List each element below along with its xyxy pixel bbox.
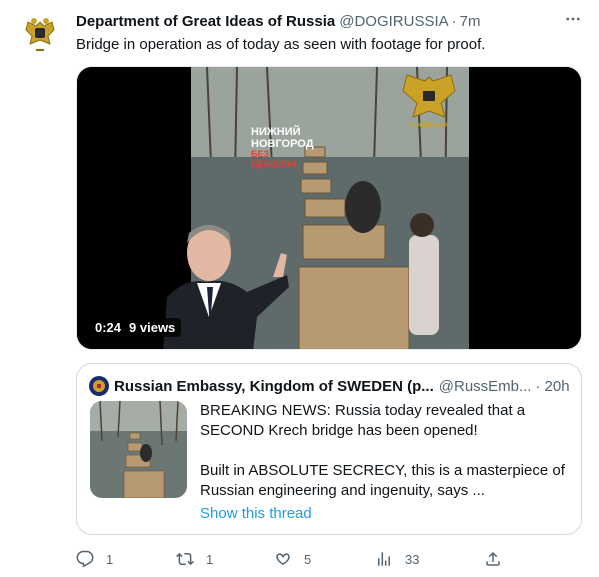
watermark-line3: БЕЗ [251, 149, 269, 159]
quoted-author-handle[interactable]: @RussEmb... [439, 378, 532, 395]
retweet-button[interactable]: 1 [176, 548, 213, 570]
video-badge: 0:24 9 views [89, 318, 182, 337]
retweet-icon [176, 552, 194, 566]
analytics-button[interactable]: 33 [375, 548, 419, 570]
retweet-count: 1 [206, 551, 214, 567]
quoted-header-separator: · [535, 377, 541, 395]
quoted-author-name[interactable]: Russian Embassy, Kingdom of SWEDEN (p... [114, 378, 434, 395]
video-duration: 0:24 [95, 320, 122, 335]
author-name[interactable]: Department of Great Ideas of Russia [76, 13, 335, 30]
analytics-icon [378, 552, 390, 566]
video-frame: НИЖНИЙ НОВГОРОД БЕЗ ЦЕНЗУРЫ DOGIRUSSIA [77, 67, 581, 349]
share-button[interactable] [484, 548, 514, 570]
heart-icon [276, 553, 290, 566]
author-handle[interactable]: @DOGIRUSSIA [339, 13, 448, 30]
show-thread-link[interactable]: Show this thread [200, 505, 312, 522]
quoted-tweet-header: Russian Embassy, Kingdom of SWEDEN (p...… [89, 376, 570, 396]
view-count: 33 [405, 551, 420, 567]
share-icon [486, 551, 500, 566]
reply-count: 1 [106, 551, 114, 567]
tweet-timestamp[interactable]: 7m [460, 13, 481, 30]
quoted-thumbnail-image [90, 401, 187, 498]
quoted-tweet-timestamp[interactable]: 20h [545, 378, 570, 395]
more-icon[interactable] [561, 10, 585, 30]
header-separator: · [451, 12, 457, 30]
embassy-emblem-icon [89, 376, 109, 396]
quoted-paragraph-1: BREAKING NEWS: Russia today revealed tha… [200, 402, 526, 439]
video-player[interactable]: НИЖНИЙ НОВГОРОД БЕЗ ЦЕНЗУРЫ DOGIRUSSIA 0… [76, 66, 582, 350]
tweet-header: Department of Great Ideas of Russia @DOG… [76, 11, 579, 31]
tweet[interactable]: Department of Great Ideas of Russia @DOG… [0, 0, 599, 577]
logo-text: DOGIRUSSIA [410, 123, 449, 129]
watermark-line1: НИЖНИЙ [251, 125, 301, 138]
quoted-paragraph-2: Built in ABSOLUTE SECRECY, this is a mas… [200, 462, 565, 499]
video-views: 9 views [129, 320, 176, 335]
reply-icon [76, 550, 94, 568]
like-count: 5 [304, 551, 312, 567]
watermark-line4: ЦЕНЗУРЫ [251, 159, 296, 169]
quoted-tweet-text: BREAKING NEWS: Russia today revealed tha… [200, 401, 570, 521]
quoted-author-avatar[interactable] [89, 376, 109, 396]
eagle-emblem-icon [16, 10, 64, 58]
tweet-text: Bridge in operation as of today as seen … [76, 36, 486, 53]
author-avatar[interactable] [16, 10, 64, 58]
quoted-media-thumbnail[interactable] [90, 401, 187, 498]
tweet-actions: 1 1 5 33 [76, 548, 582, 570]
like-button[interactable]: 5 [274, 548, 311, 570]
quoted-tweet[interactable]: Russian Embassy, Kingdom of SWEDEN (p...… [76, 363, 582, 535]
reply-button[interactable]: 1 [76, 548, 113, 570]
